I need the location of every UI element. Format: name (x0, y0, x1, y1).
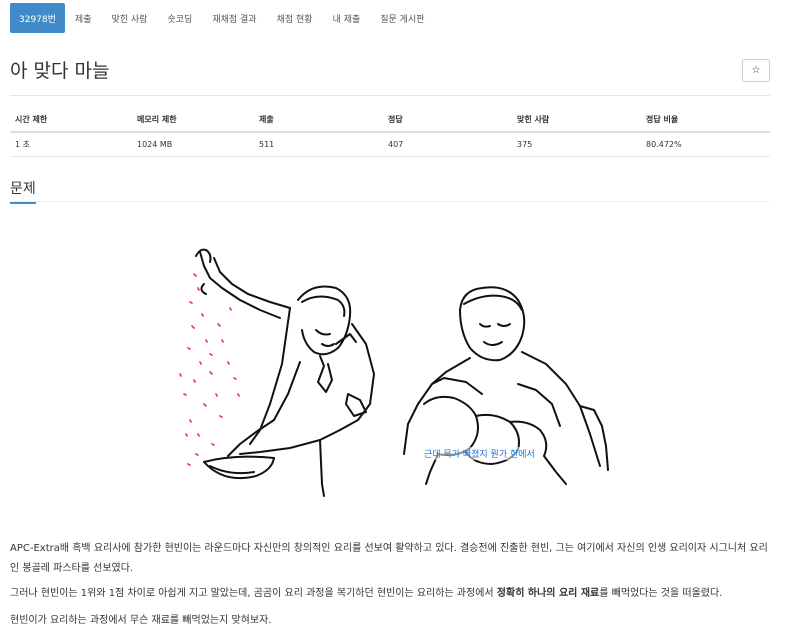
tab-solved-users[interactable]: 맞힌 사람 (101, 3, 157, 33)
value-memory-limit: 1024 MB (132, 132, 254, 157)
value-solved-users[interactable]: 375 (512, 132, 641, 157)
page-title: 아 맞다 마늘 (10, 60, 110, 82)
divider (10, 95, 770, 96)
header-accept-ratio: 정답 비율 (641, 108, 770, 133)
table-row: 1 초 1024 MB 511 407 375 80.472% (10, 132, 770, 157)
table-header-row: 시간 제한 메모리 제한 제출 정답 맞힌 사람 정답 비율 (10, 108, 770, 133)
tab-judge-status[interactable]: 채점 현황 (267, 3, 323, 33)
value-accepted: 407 (383, 132, 512, 157)
paragraph-2-start: 그러나 현빈이는 1위와 1점 차이로 아쉽게 지고 말았는데, 곰곰이 요리 … (10, 588, 497, 599)
section-divider (10, 201, 770, 202)
paragraph-2-end: 를 빼먹었다는 것을 떠올렸다. (599, 588, 723, 599)
tab-problem-number[interactable]: 32978번 (10, 3, 65, 33)
problem-info-table: 시간 제한 메모리 제한 제출 정답 맞힌 사람 정답 비율 1 초 1024 … (10, 108, 770, 157)
problem-paragraph-2: 그러나 현빈이는 1위와 1점 차이로 아쉽게 지고 말았는데, 곰곰이 요리 … (10, 584, 772, 604)
problem-illustration (179, 248, 609, 497)
left-chef-figure (195, 248, 375, 497)
salt-sprinkles (179, 273, 240, 466)
illustration-caption: 근데 묵가 빠졌지 뭔가 한에서 (424, 447, 535, 460)
tab-my-submissions[interactable]: 내 제출 (323, 3, 371, 33)
problem-paragraph-1: APC-Extra배 흑백 요리사에 참가한 현빈이는 라운드마다 자신만의 창… (10, 543, 768, 574)
paragraph-2-emphasis: 정확히 하나의 요리 재료 (496, 588, 600, 599)
tab-rejudge-results[interactable]: 재채점 결과 (202, 3, 266, 33)
tab-qna-board[interactable]: 질문 게시판 (370, 3, 434, 33)
value-time-limit: 1 초 (10, 132, 132, 157)
problem-nav: 32978번 제출 맞힌 사람 숏코딩 재채점 결과 채점 현황 내 제출 질문… (10, 3, 435, 33)
favorite-button[interactable]: ☆ (742, 59, 770, 82)
header-submissions: 제출 (254, 108, 383, 133)
header-memory-limit: 메모리 제한 (132, 108, 254, 133)
value-submissions[interactable]: 511 (254, 132, 383, 157)
tab-short-coding[interactable]: 숏코딩 (157, 3, 202, 33)
value-accept-ratio: 80.472% (641, 132, 770, 157)
header-time-limit: 시간 제한 (10, 108, 132, 133)
problem-paragraph-3: 현빈이가 요리하는 과정에서 무슨 재료를 빼먹었는지 맞혀보자. (10, 615, 272, 626)
tab-submit[interactable]: 제출 (65, 3, 102, 33)
header-accepted: 정답 (383, 108, 512, 133)
header-solved-users: 맞힌 사람 (512, 108, 641, 133)
star-icon: ☆ (751, 65, 761, 76)
